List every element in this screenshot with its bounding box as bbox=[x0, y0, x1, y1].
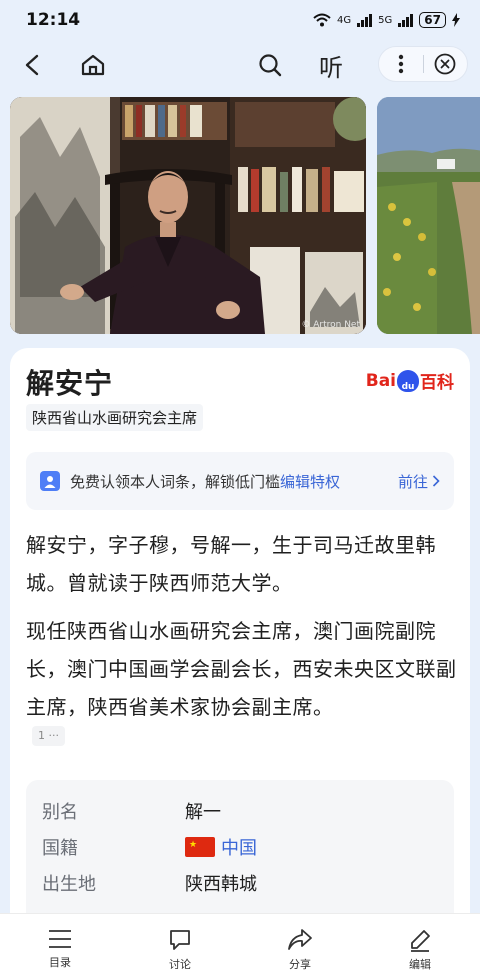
status-bar: 12:14 4G 5G 67 bbox=[0, 0, 480, 40]
logo-baike: 百科 bbox=[420, 373, 454, 393]
logo-bai: Bai bbox=[365, 370, 396, 391]
entry-card: 解安宁 Bai du 百科 陕西省山水画研究会主席 免费认领本人词条，解锁低门槛… bbox=[10, 348, 470, 948]
tab-label: 讨论 bbox=[169, 958, 191, 971]
signal-icon-2 bbox=[398, 13, 414, 27]
claim-banner[interactable]: 免费认领本人词条，解锁低门槛编辑特权 前往 bbox=[26, 452, 454, 510]
baidu-baike-logo[interactable]: Bai du 百科 bbox=[366, 368, 454, 393]
info-value-link[interactable]: ★ 中国 bbox=[185, 834, 257, 860]
wifi-icon bbox=[313, 13, 331, 27]
entry-title: 解安宁 bbox=[26, 367, 114, 400]
menu-icon bbox=[49, 930, 71, 948]
search-icon bbox=[259, 54, 282, 77]
charging-icon bbox=[452, 13, 460, 27]
intro-paragraph-2: 现任陕西省山水画研究会主席，澳门画院副院长，澳门中国画学会副会长，西安未央区文联… bbox=[26, 619, 457, 719]
info-key: 出生地 bbox=[42, 874, 96, 895]
logo-paw-icon: du bbox=[397, 369, 419, 392]
tab-label: 目录 bbox=[49, 956, 71, 969]
info-value-text: 中国 bbox=[221, 838, 257, 859]
nav-bar: 听 bbox=[0, 44, 480, 86]
claim-text-main: 免费认领本人词条，解锁低门槛 bbox=[70, 472, 281, 491]
back-arrow-icon bbox=[25, 54, 39, 76]
close-button[interactable] bbox=[423, 53, 467, 75]
close-circle-icon bbox=[434, 53, 456, 75]
claim-text: 免费认领本人词条，解锁低门槛编辑特权 bbox=[70, 471, 340, 492]
edit-icon bbox=[411, 930, 430, 952]
tab-share[interactable]: 分享 bbox=[240, 914, 360, 980]
landscape-photo[interactable] bbox=[377, 97, 480, 334]
photo-gallery[interactable]: © Artron Net bbox=[10, 97, 480, 334]
network-4g-label: 4G bbox=[337, 14, 352, 26]
comment-icon bbox=[170, 930, 190, 950]
info-row-nationality: 国籍 ★ 中国 bbox=[42, 834, 257, 860]
portrait-photo[interactable]: © Artron Net bbox=[10, 97, 366, 334]
tab-label: 编辑 bbox=[409, 958, 431, 971]
more-button[interactable] bbox=[379, 54, 423, 74]
claim-highlight: 编辑特权 bbox=[280, 472, 341, 491]
search-button[interactable] bbox=[253, 48, 287, 82]
tab-edit[interactable]: 编辑 bbox=[360, 914, 480, 980]
status-time: 12:14 bbox=[26, 10, 81, 30]
china-flag-icon: ★ bbox=[185, 837, 215, 857]
info-row-birthplace: 出生地 陕西韩城 bbox=[42, 870, 257, 896]
info-key: 别名 bbox=[42, 802, 78, 823]
bottom-tab-bar: 目录 讨论 分享 编辑 bbox=[0, 913, 480, 980]
chevron-right-icon bbox=[432, 475, 440, 487]
user-icon bbox=[40, 471, 60, 491]
info-value: 解一 bbox=[185, 802, 221, 823]
home-icon bbox=[81, 54, 105, 76]
info-value: 陕西韩城 bbox=[185, 874, 257, 895]
claim-go-button[interactable]: 前往 bbox=[398, 471, 440, 492]
photo-watermark: © Artron Net bbox=[301, 320, 360, 330]
portrait-illustration bbox=[10, 97, 366, 334]
network-5g-label: 5G bbox=[378, 14, 393, 26]
system-icons: 4G 5G 67 bbox=[313, 12, 460, 28]
info-row-alias: 别名 解一 bbox=[42, 798, 221, 824]
claim-go-label: 前往 bbox=[397, 472, 428, 491]
reference-marker[interactable]: 1 ··· bbox=[32, 726, 65, 746]
signal-icon bbox=[357, 13, 373, 27]
landscape-illustration bbox=[377, 97, 480, 334]
miniapp-capsule bbox=[378, 46, 468, 82]
logo-du: du bbox=[401, 381, 415, 392]
info-key: 国籍 bbox=[42, 838, 78, 859]
tab-contents[interactable]: 目录 bbox=[0, 914, 120, 980]
battery-level: 67 bbox=[419, 12, 446, 28]
tab-label: 分享 bbox=[289, 958, 311, 971]
entry-subtitle: 陕西省山水画研究会主席 bbox=[26, 404, 204, 431]
back-button[interactable] bbox=[16, 48, 50, 82]
listen-button[interactable]: 听 bbox=[314, 48, 348, 82]
intro-paragraph-1: 解安宁，字子穆，号解一，生于司马迁故里韩城。曾就读于陕西师范大学。 bbox=[26, 533, 436, 595]
home-button[interactable] bbox=[76, 48, 110, 82]
tab-discussion[interactable]: 讨论 bbox=[120, 914, 240, 980]
share-icon bbox=[288, 929, 312, 950]
more-vertical-icon bbox=[398, 54, 403, 74]
